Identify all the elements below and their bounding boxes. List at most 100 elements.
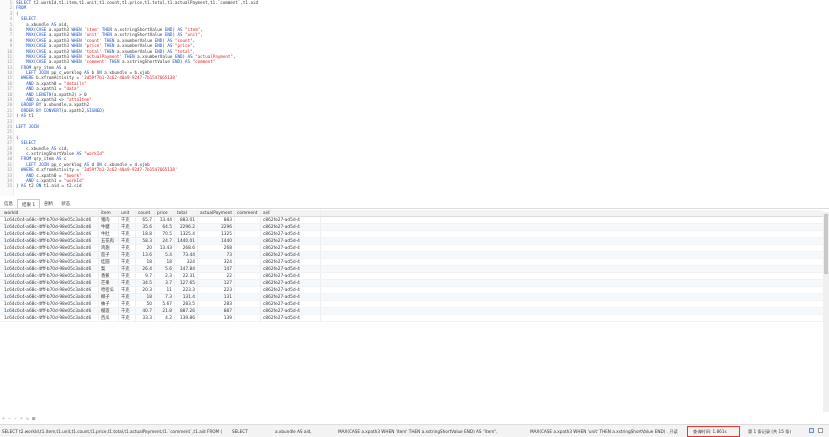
cell-count[interactable]: 9.7 (136, 273, 155, 279)
cell-unit[interactable]: 千克 (119, 252, 136, 258)
cell-workId[interactable]: 1c64c0c4-a68c-4fff-b70d-98e05c3a0cd6 (0, 217, 99, 223)
cell-aid[interactable]: c862fe27-ad5d-4 (261, 301, 321, 307)
cell-total[interactable]: 223.3 (175, 287, 198, 293)
cell-unit[interactable]: 千克 (119, 224, 136, 230)
table-row[interactable]: 1c64c0c4-a68c-4fff-b70d-98e05c3a0cd6 芒果 千克… (0, 280, 823, 287)
cell-unit[interactable]: 千克 (119, 294, 136, 300)
cell-aid[interactable]: c862fe27-ad5d-4 (261, 259, 321, 265)
cell-actualPayment[interactable]: 22 (198, 273, 235, 279)
cell-workId[interactable]: 1c64c0c4-a68c-4fff-b70d-98e05c3a0cd6 (0, 273, 99, 279)
cell-item[interactable]: 牛肚 (99, 231, 119, 237)
add-row-icon[interactable]: + (2, 416, 5, 422)
cell-price[interactable]: 18 (155, 259, 175, 265)
cell-actualPayment[interactable]: 883 (198, 217, 235, 223)
cell-price[interactable]: 5.4 (155, 252, 175, 258)
column-header-item[interactable]: item (99, 210, 119, 216)
column-header-price[interactable]: price (155, 210, 175, 216)
cell-actualPayment[interactable]: 147 (198, 266, 235, 272)
cell-count[interactable]: 58.3 (136, 238, 155, 244)
table-row[interactable]: 1c64c0c4-a68c-4fff-b70d-98e05c3a0cd6 桂圆 千克… (0, 259, 823, 266)
cell-comment[interactable] (235, 280, 261, 286)
cell-workId[interactable]: 1c64c0c4-a68c-4fff-b70d-98e05c3a0cd6 (0, 266, 99, 272)
stop-icon[interactable]: ■ (32, 416, 35, 422)
cell-comment[interactable] (235, 231, 261, 237)
grid-view-icon[interactable] (809, 428, 814, 433)
table-row[interactable]: 1c64c0c4-a68c-4fff-b70d-98e05c3a0cd6 哈密瓜千… (0, 287, 823, 294)
cell-item[interactable]: 桂圆 (99, 259, 119, 265)
cell-unit[interactable]: 千克 (119, 280, 136, 286)
cell-unit[interactable]: 千克 (119, 259, 136, 265)
cell-unit[interactable]: 千克 (119, 315, 136, 321)
cell-aid[interactable]: c862fe27-ad5d-4 (261, 224, 321, 230)
column-header-actualPayment[interactable]: actualPayment (198, 210, 235, 216)
scrollbar-thumb[interactable] (824, 214, 828, 274)
cell-comment[interactable] (235, 224, 261, 230)
cell-price[interactable]: 5.6 (155, 266, 175, 272)
table-row[interactable]: 1c64c0c4-a68c-4fff-b70d-98e05c3a0cd6 柚子 千克… (0, 301, 823, 308)
refresh-icon[interactable]: ↻ (26, 416, 29, 422)
cell-aid[interactable]: c862fe27-ad5d-4 (261, 287, 321, 293)
cell-item[interactable]: 芒果 (99, 280, 119, 286)
cell-unit[interactable]: 千克 (119, 287, 136, 293)
cell-actualPayment[interactable]: 2296 (198, 224, 235, 230)
cell-unit[interactable]: 千克 (119, 238, 136, 244)
table-row[interactable]: 1c64c0c4-a68c-4fff-b70d-98e05c3a0cd6 香蕉 千克… (0, 273, 823, 280)
cell-unit[interactable]: 千克 (119, 308, 136, 314)
column-header-count[interactable]: count (136, 210, 155, 216)
cell-comment[interactable] (235, 315, 261, 321)
cell-actualPayment[interactable]: 283 (198, 301, 235, 307)
cell-aid[interactable]: c862fe27-ad5d-4 (261, 266, 321, 272)
cell-aid[interactable]: c862fe27-ad5d-4 (261, 315, 321, 321)
cell-comment[interactable] (235, 259, 261, 265)
form-view-icon[interactable] (818, 428, 823, 433)
tab-status[interactable]: 状态 (57, 199, 74, 208)
cell-price[interactable]: 64.5 (155, 224, 175, 230)
cell-workId[interactable]: 1c64c0c4-a68c-4fff-b70d-98e05c3a0cd6 (0, 238, 99, 244)
cell-total[interactable]: 1325.4 (175, 231, 198, 237)
column-header-workId[interactable]: workId (0, 210, 99, 216)
cell-price[interactable]: 13.44 (155, 217, 175, 223)
cell-total[interactable]: 22.31 (175, 273, 198, 279)
cell-count[interactable]: 13.6 (136, 252, 155, 258)
cell-aid[interactable]: c862fe27-ad5d-4 (261, 308, 321, 314)
cell-price[interactable]: 5.67 (155, 301, 175, 307)
delete-row-icon[interactable]: − (8, 416, 11, 422)
cell-count[interactable]: 34.5 (136, 280, 155, 286)
cell-comment[interactable] (235, 245, 261, 251)
cell-actualPayment[interactable]: 223 (198, 287, 235, 293)
cell-comment[interactable] (235, 308, 261, 314)
cell-workId[interactable]: 1c64c0c4-a68c-4fff-b70d-98e05c3a0cd6 (0, 315, 99, 321)
cell-item[interactable]: 梨 (99, 266, 119, 272)
cell-item[interactable]: 鸡翅 (99, 245, 119, 251)
cell-price[interactable]: 4.2 (155, 315, 175, 321)
cell-item[interactable]: 茄子 (99, 252, 119, 258)
cell-total[interactable]: 127.65 (175, 280, 198, 286)
cell-count[interactable]: 26.4 (136, 266, 155, 272)
table-row[interactable]: 1c64c0c4-a68c-4fff-b70d-98e05c3a0cd6 椰子 千克… (0, 294, 823, 301)
cell-workId[interactable]: 1c64c0c4-a68c-4fff-b70d-98e05c3a0cd6 (0, 287, 99, 293)
cell-aid[interactable]: c862fe27-ad5d-4 (261, 280, 321, 286)
column-header-comment[interactable]: comment (235, 210, 261, 216)
cell-unit[interactable]: 千克 (119, 301, 136, 307)
column-header-total[interactable]: total (175, 210, 198, 216)
sql-editor[interactable]: 1 SELECT t2.workId,t1.item,t1.unit,t1.cou… (0, 0, 829, 196)
cell-workId[interactable]: 1c64c0c4-a68c-4fff-b70d-98e05c3a0cd6 (0, 245, 99, 251)
cell-price[interactable]: 13.43 (155, 245, 175, 251)
cell-item[interactable]: 猪肉 (99, 217, 119, 223)
cell-total[interactable]: 283.5 (175, 301, 198, 307)
cell-item[interactable]: 哈密瓜 (99, 287, 119, 293)
table-row[interactable]: 1c64c0c4-a68c-4fff-b70d-98e05c3a0cd6 榴莲 千克… (0, 308, 823, 315)
cell-comment[interactable] (235, 252, 261, 258)
cell-item[interactable]: 五花肉 (99, 238, 119, 244)
cell-total[interactable]: 887.26 (175, 308, 198, 314)
cell-unit[interactable]: 千克 (119, 245, 136, 251)
cell-aid[interactable]: c862fe27-ad5d-4 (261, 252, 321, 258)
discard-icon[interactable]: × (20, 416, 23, 422)
cell-aid[interactable]: c862fe27-ad5d-4 (261, 245, 321, 251)
cell-count[interactable]: 65.7 (136, 217, 155, 223)
cell-aid[interactable]: c862fe27-ad5d-4 (261, 231, 321, 237)
cell-aid[interactable]: c862fe27-ad5d-4 (261, 238, 321, 244)
cell-actualPayment[interactable]: 887 (198, 308, 235, 314)
cell-comment[interactable] (235, 266, 261, 272)
tab-profile[interactable]: 剖析 (40, 199, 57, 208)
